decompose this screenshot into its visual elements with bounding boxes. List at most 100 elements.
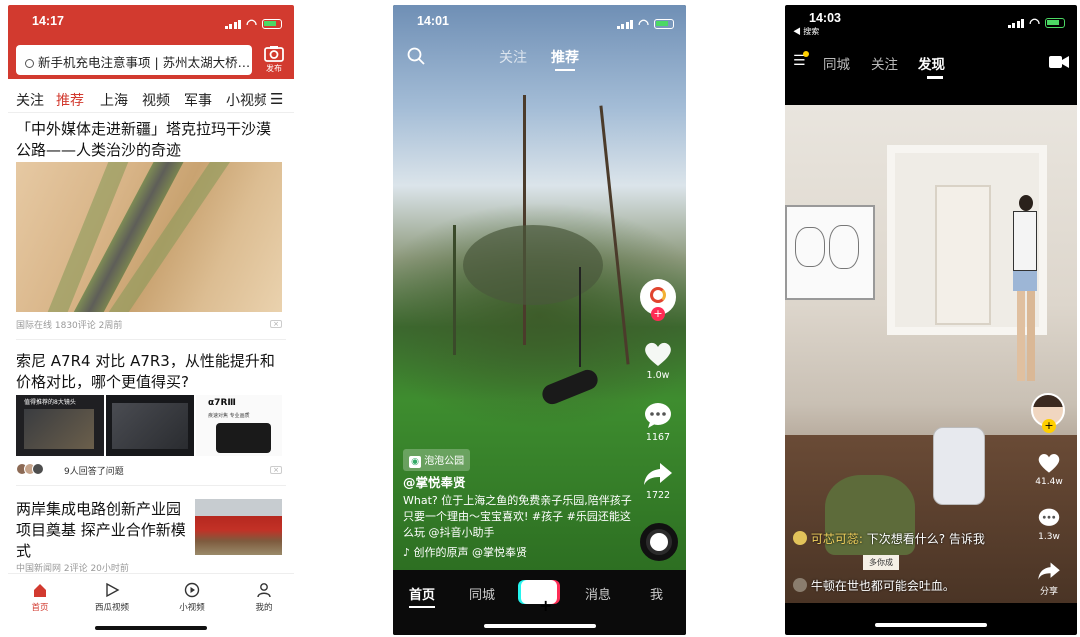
status-bar: 14:03 ◀ 搜索 ◠ (785, 5, 1077, 39)
whiteboard-caption: 多你成 (863, 555, 899, 570)
tab-military[interactable]: 军事 (184, 90, 212, 110)
plus-icon: + (539, 596, 553, 615)
status-icons: ◠ (224, 16, 282, 31)
battery-icon (1045, 17, 1065, 28)
nav-home-label: 首页 (31, 603, 49, 613)
comment-text: 牛顿在世也都可能会吐血。 (810, 579, 955, 593)
commenter-avatar (793, 531, 807, 545)
publish-button[interactable]: 发布 (260, 45, 288, 74)
comment-button[interactable]: 1167 (640, 401, 676, 443)
music-text: 创作的原声 @掌悦奉贤 (413, 546, 528, 559)
tab-follow[interactable]: 关注 (499, 47, 527, 67)
signal-icon (224, 19, 242, 29)
tree-foliage (463, 225, 603, 305)
like-button[interactable]: 41.4w (1031, 452, 1067, 487)
author-name[interactable]: @掌悦奉贤 (403, 475, 633, 491)
comment-item: 可芯可蕊: 下次想看什么? 告诉我 (793, 531, 1018, 548)
nav-short-video[interactable]: 小视频 (162, 582, 222, 613)
author-avatar-button[interactable]: + (1031, 393, 1067, 433)
follow-plus-icon[interactable]: + (1042, 419, 1056, 433)
nav-messages[interactable]: 消息 (585, 584, 611, 603)
share-count: 1722 (645, 490, 671, 501)
divider (16, 339, 286, 340)
share-button[interactable]: 1722 (640, 461, 676, 501)
battery-icon (654, 18, 674, 29)
tab-video[interactable]: 视频 (142, 90, 170, 110)
create-button[interactable]: + (521, 580, 557, 615)
heart-icon (1038, 454, 1060, 473)
share-arrow-icon (1038, 562, 1060, 580)
commenter-name[interactable]: 可芯可蕊: (811, 532, 863, 546)
tab-underline (927, 76, 943, 79)
search-icon[interactable] (407, 47, 425, 65)
tab-recommend[interactable]: 推荐 (56, 90, 84, 110)
dismiss-button[interactable]: × (270, 320, 282, 328)
douyin-recommend-screen: 14:01 ◠ 关注 推荐 + 1.0w 1167 1722 ◉ 泡泡公园 @掌… (393, 5, 686, 635)
notification-dot (803, 51, 809, 57)
tab-follow[interactable]: 关注 (871, 53, 898, 73)
avatar (32, 463, 44, 475)
search-icon (25, 59, 34, 68)
thumb-caption: 值得推荐的8大镜头 (24, 399, 76, 406)
whiteboard (785, 205, 875, 300)
nav-profile[interactable]: 我的 (234, 582, 294, 613)
status-icons: ◠ (1007, 15, 1065, 30)
tab-discover[interactable]: 发现 (918, 53, 945, 73)
share-label: 分享 (1039, 587, 1058, 597)
video-camera-icon[interactable] (1049, 55, 1069, 69)
profile-icon (257, 583, 271, 598)
wifi-icon: ◠ (246, 17, 257, 31)
location-pin-icon: ◉ (409, 456, 421, 468)
tab-shanghai[interactable]: 上海 (100, 90, 128, 110)
article-title: 两岸集成电路创新产业园项目奠基 探产业合作新模式 (16, 500, 186, 560)
tab-recommend[interactable]: 推荐 (551, 47, 579, 67)
follow-plus-icon[interactable]: + (651, 307, 665, 321)
tab-underline (555, 69, 575, 71)
search-input[interactable]: 新手机充电注意事项 | 苏州太湖大桥… (16, 45, 252, 75)
article-thumb: 值得推荐的8大镜头 (16, 395, 104, 456)
nav-me[interactable]: 我 (650, 584, 663, 603)
bottom-nav: 首页 同城 + 消息 我 (393, 570, 686, 635)
article-thumb (195, 499, 282, 555)
like-button[interactable]: 1.0w (640, 341, 676, 381)
short-video-icon (184, 582, 200, 598)
article-meta: 国际在线 1830评论 2周前 (16, 321, 123, 331)
nav-xigua-label: 西瓜视频 (94, 603, 129, 613)
music-info[interactable]: ♪ 创作的原声 @掌悦奉贤 (403, 545, 633, 561)
tab-follow[interactable]: 关注 (16, 90, 44, 110)
woman-figure (1011, 195, 1039, 385)
status-time: 14:03 (809, 11, 841, 25)
tab-nearby[interactable]: 同城 (823, 53, 850, 73)
wifi-icon: ◠ (1029, 16, 1040, 30)
news-header: 14:17 ◠ 新手机充电注意事项 | 苏州太湖大桥… 发布 (8, 5, 294, 79)
avatars (16, 463, 44, 475)
nav-nearby[interactable]: 同城 (469, 584, 495, 603)
like-count: 1.0w (646, 370, 670, 381)
toaster (933, 427, 985, 505)
back-to-search[interactable]: ◀ 搜索 (793, 26, 819, 37)
dismiss-button[interactable]: × (270, 466, 282, 474)
comment-button[interactable]: 1.3w (1031, 507, 1067, 542)
thumb-caption: 疾速对焦 专业画质 (208, 413, 250, 419)
menu-icon[interactable]: ☰ (270, 90, 283, 108)
thumb-caption: α7RⅢ (208, 398, 236, 408)
status-bar: 14:01 ◠ (393, 5, 686, 39)
answers-count: 9人回答了问题 (64, 467, 124, 477)
nav-xigua[interactable]: 西瓜视频 (82, 582, 142, 613)
bottom-nav: 首页 西瓜视频 小视频 我的 (8, 573, 294, 635)
door (935, 185, 991, 325)
location-tag[interactable]: ◉ 泡泡公园 (403, 449, 471, 471)
status-icons: ◠ (616, 16, 674, 31)
tab-short-video[interactable]: 小视频 (226, 90, 266, 110)
music-disc-icon[interactable] (640, 523, 678, 561)
video-caption: What? 位于上海之鱼的免费亲子乐园,陪伴孩子只要一个理由～宝宝喜欢! #孩子… (403, 494, 632, 539)
share-button[interactable]: 分享 (1031, 561, 1067, 597)
comment-text: 下次想看什么? 告诉我 (866, 532, 985, 546)
home-indicator (95, 626, 207, 630)
publish-label: 发布 (266, 64, 282, 73)
nav-home[interactable]: 首页 (10, 582, 70, 613)
camera-icon (264, 46, 284, 62)
person-swinging (539, 366, 601, 408)
author-avatar-button[interactable]: + (640, 279, 676, 321)
nav-home[interactable]: 首页 (409, 584, 435, 603)
